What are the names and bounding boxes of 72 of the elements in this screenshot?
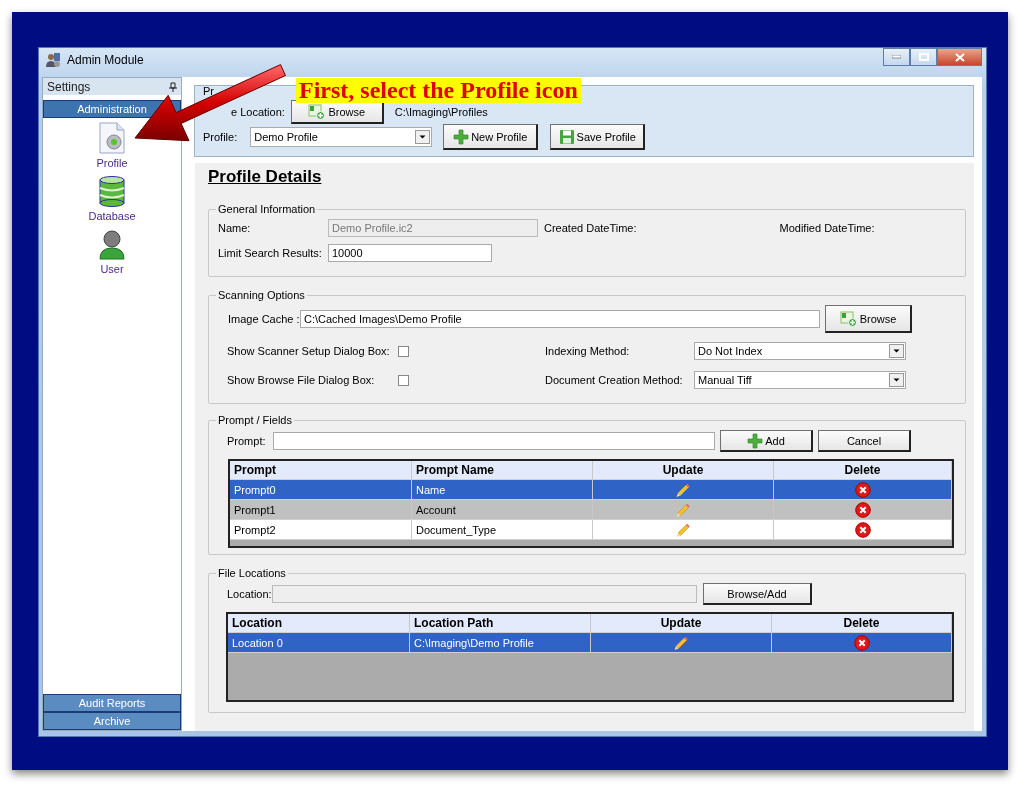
table-cell: Location 0 xyxy=(228,633,410,653)
dropdown[interactable]: Do Not Index xyxy=(694,342,906,360)
save-profile-button[interactable]: Save Profile xyxy=(550,124,646,150)
maximize-icon xyxy=(918,53,929,61)
dropdown[interactable]: Manual Tiff xyxy=(694,371,906,389)
field-label: Document Creation Method: xyxy=(545,374,684,386)
pencil-icon[interactable] xyxy=(673,634,689,651)
maximize-button[interactable] xyxy=(910,48,937,66)
browse-add-button[interactable]: Browse/Add xyxy=(703,583,812,605)
group-title: File Locations xyxy=(217,567,287,579)
section-button[interactable]: Archive xyxy=(43,712,181,730)
section-button[interactable]: Audit Reports xyxy=(43,694,181,712)
window-title: Admin Module xyxy=(67,53,145,67)
table-row[interactable]: Prompt0 Name xyxy=(230,480,952,500)
plus-icon xyxy=(747,432,764,449)
profile-dropdown[interactable]: Demo Profile xyxy=(250,127,433,147)
group-title: Scanning Options xyxy=(217,289,306,301)
plus-icon xyxy=(453,128,470,145)
checkbox[interactable] xyxy=(398,345,409,357)
browse-button[interactable]: Browse xyxy=(825,305,912,333)
user-icon[interactable] xyxy=(98,228,126,260)
field-label: Modified DateTime: xyxy=(779,222,875,234)
pin-icon[interactable] xyxy=(169,81,177,92)
field-label: Prompt: xyxy=(227,435,267,447)
nav-label[interactable]: User xyxy=(100,263,124,275)
image-add-icon xyxy=(308,103,327,120)
table-cell: Prompt2 xyxy=(230,520,412,540)
new-profile-button[interactable]: New Profile xyxy=(443,124,539,150)
field-label: Created DateTime: xyxy=(544,222,637,234)
section-heading: Profile Details xyxy=(208,167,323,188)
close-button[interactable] xyxy=(937,48,982,66)
app-icon xyxy=(45,52,61,68)
table-cell: Document_Type xyxy=(412,520,593,540)
field-label: Show Browse File Dialog Box: xyxy=(227,374,376,386)
delete-icon[interactable] xyxy=(853,634,870,651)
field-label: Profile: xyxy=(203,131,238,143)
pencil-icon[interactable] xyxy=(675,521,691,538)
add-button[interactable]: Add xyxy=(720,430,813,452)
field-label: Image Cache : xyxy=(228,313,300,325)
field-label: Name: xyxy=(218,222,252,234)
minimize-icon xyxy=(892,55,901,59)
table-row[interactable]: Prompt2 Document_Type xyxy=(230,520,952,540)
pencil-icon[interactable] xyxy=(675,481,691,498)
table-row[interactable]: Prompt1 Account xyxy=(230,500,952,520)
nav-label[interactable]: Profile xyxy=(96,157,128,169)
document-gear-icon[interactable] xyxy=(96,122,128,154)
database-icon[interactable] xyxy=(98,175,126,207)
field-label: e Location: xyxy=(231,106,285,118)
table-row[interactable]: Location 0 C:\Imaging\Demo Profile xyxy=(228,633,952,653)
field-label: Location: xyxy=(227,588,272,600)
cancel-button[interactable]: Cancel xyxy=(818,430,911,452)
panel-title: Settings xyxy=(47,79,91,94)
image-cache-field[interactable]: C:\Cached Images\Demo Profile xyxy=(300,310,820,328)
group-title: Prompt / Fields xyxy=(217,414,293,426)
delete-icon[interactable] xyxy=(854,521,871,538)
table-cell: C:\Imaging\Demo Profile xyxy=(410,633,591,653)
field-label: Show Scanner Setup Dialog Box: xyxy=(227,345,391,357)
minimize-button[interactable] xyxy=(883,48,910,66)
delete-icon[interactable] xyxy=(854,501,871,518)
field-label: Limit Search Results: xyxy=(218,247,323,259)
group-title: General Information xyxy=(217,203,317,215)
group-title: Pr xyxy=(203,85,214,97)
path-text: C:\Imaging\Profiles xyxy=(394,106,488,118)
annotation-label: First, select the Profile icon xyxy=(296,78,581,103)
nav-label[interactable]: Database xyxy=(88,210,136,222)
field-label: Indexing Method: xyxy=(545,345,631,357)
delete-icon[interactable] xyxy=(854,481,871,498)
limit-field[interactable]: 10000 xyxy=(328,244,492,262)
prompt-field[interactable] xyxy=(273,432,715,450)
image-add-icon xyxy=(839,310,858,327)
close-icon xyxy=(954,52,965,62)
checkbox[interactable] xyxy=(398,374,409,386)
